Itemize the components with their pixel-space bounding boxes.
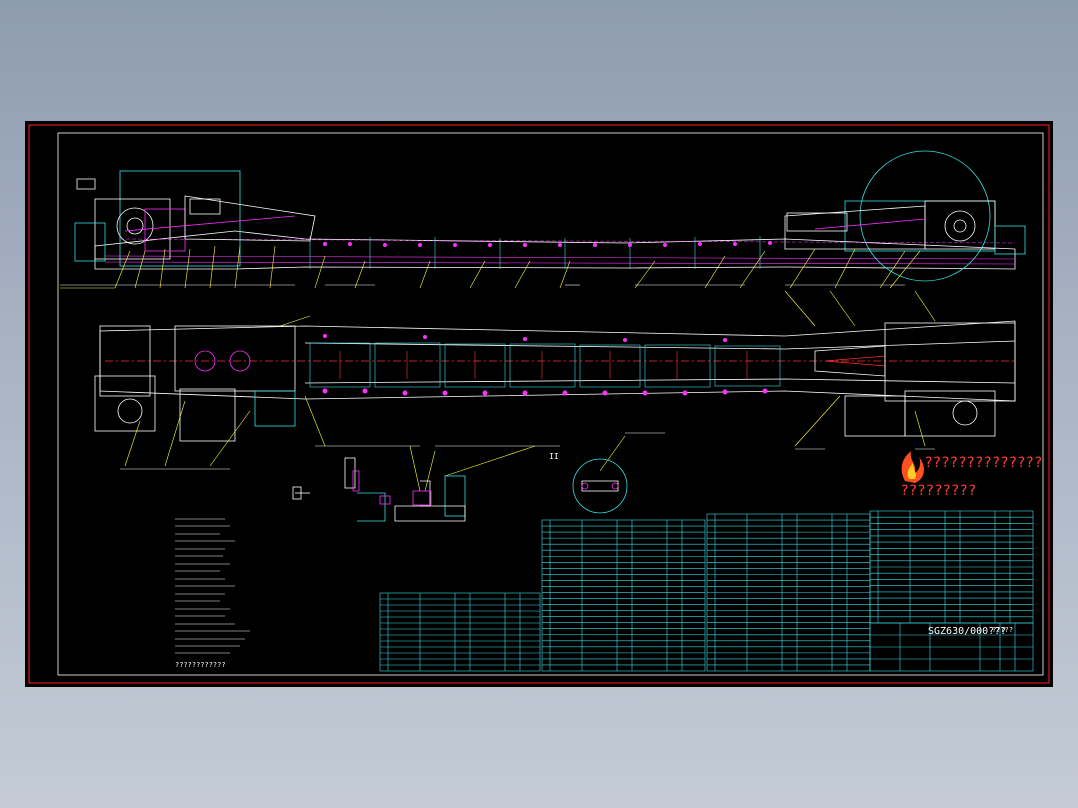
side-view <box>74 150 1026 282</box>
section-details <box>292 457 628 522</box>
conveyor-assembly-drawing <box>28 124 1050 684</box>
logo-flame-icon <box>901 451 924 483</box>
title-block-label: ????? <box>992 626 1014 634</box>
watermark-line-1: ?????????????? <box>925 455 1044 471</box>
detail-label: II <box>549 452 559 461</box>
watermark-line-2: ????????? <box>901 483 977 499</box>
notes-bottom: ???????????? <box>175 661 226 669</box>
plan-view <box>94 320 1016 442</box>
parts-list-tables <box>379 510 1034 672</box>
parts-table-2 <box>541 519 706 672</box>
technical-notes-block <box>175 518 250 654</box>
cad-drawing-sheet[interactable]: ?????????????? ????????? SGZ630/000??? ?… <box>25 121 1053 687</box>
balloon-ticks-plan <box>120 432 935 470</box>
